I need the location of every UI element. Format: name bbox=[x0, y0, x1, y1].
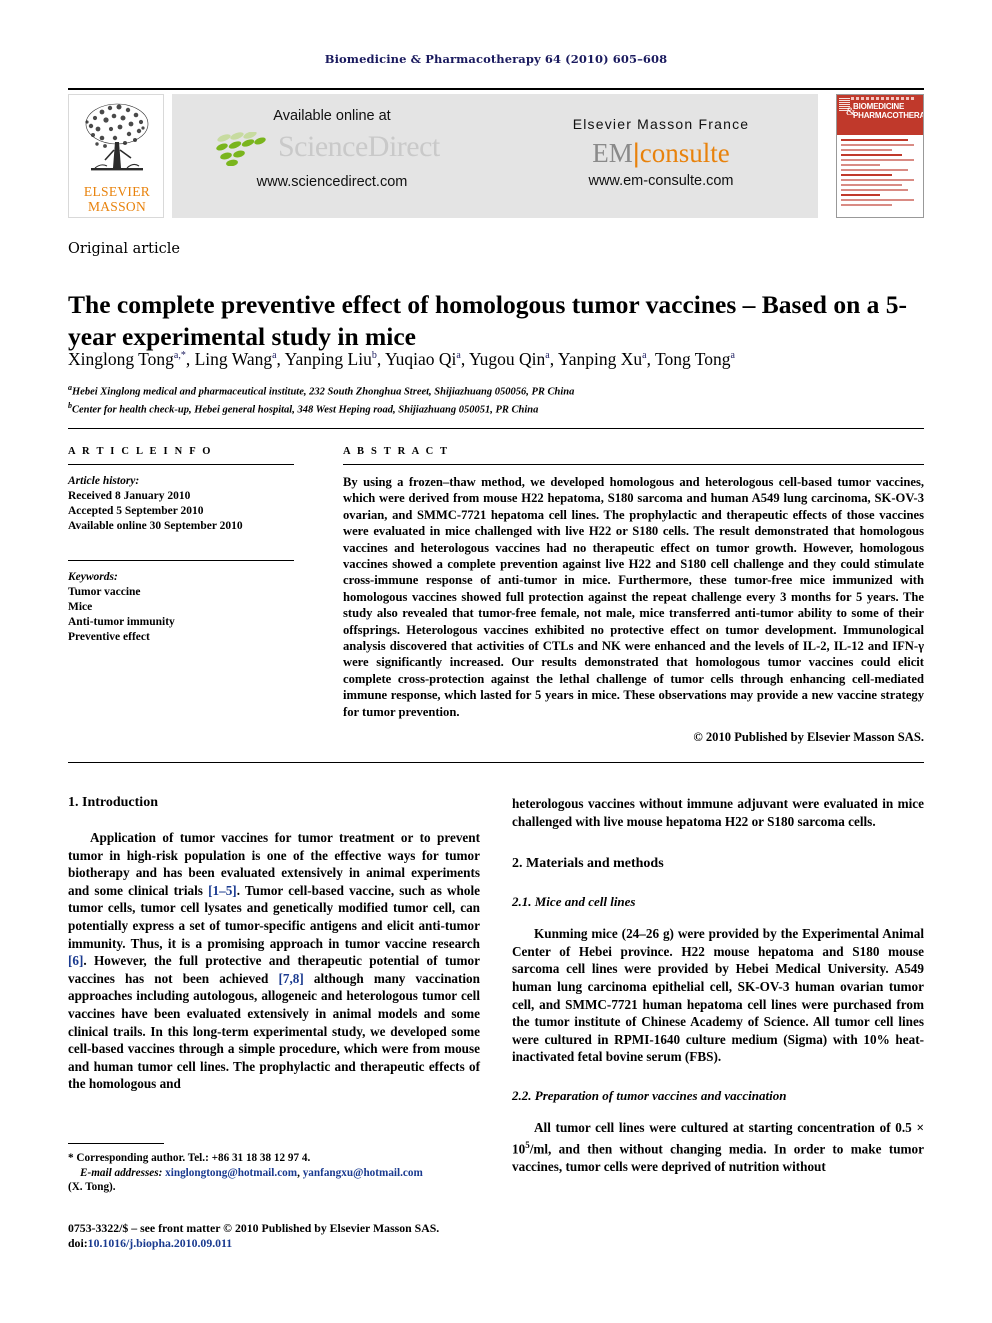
email-addresses-note: E-mail addresses: xinglongtong@hotmail.c… bbox=[80, 1166, 423, 1179]
em-logo-left: EM bbox=[592, 138, 633, 168]
page-title: The complete preventive effect of homolo… bbox=[68, 290, 908, 352]
sciencedirect-logo: ScienceDirect bbox=[172, 128, 492, 168]
citation-ref[interactable]: [1–5] bbox=[208, 883, 237, 898]
mice-and-cell-lines-paragraph: Kunming mice (24–26 g) were provided by … bbox=[512, 926, 924, 1065]
keywords-rule bbox=[68, 560, 294, 561]
keyword-item: Tumor vaccine bbox=[68, 586, 141, 598]
cover-header-line bbox=[851, 97, 915, 100]
cover-masthead: & BIOMEDICINE PHARMACOTHERAPY bbox=[837, 95, 923, 136]
article-history-label: Article history: bbox=[68, 475, 140, 487]
heading-introduction: 1. Introduction bbox=[68, 795, 158, 810]
footnote-rule bbox=[68, 1143, 164, 1144]
email-link-secondary[interactable]: yanfangxu@hotmail.com bbox=[303, 1167, 423, 1179]
intro-paragraph-continued: heterologous vaccines without immune adj… bbox=[512, 796, 924, 829]
article-info-column: A R T I C L E I N F O Article history: R… bbox=[68, 446, 294, 645]
heading-materials-and-methods: 2. Materials and methods bbox=[512, 856, 664, 872]
journal-cover-thumbnail: & BIOMEDICINE PHARMACOTHERAPY bbox=[836, 94, 924, 218]
footnote-block: * Corresponding author. Tel.: +86 31 18 … bbox=[68, 1151, 480, 1195]
abstract-heading: A B S T R A C T bbox=[343, 446, 450, 457]
preparation-paragraph: All tumor cell lines were cultured at st… bbox=[512, 1119, 924, 1174]
info-panel-bottom-rule bbox=[68, 762, 924, 763]
running-head: Biomedicine & Pharmacotherapy 64 (2010) … bbox=[324, 52, 668, 66]
sciencedirect-url[interactable]: www.sciencedirect.com bbox=[172, 174, 492, 190]
sciencedirect-block: Available online at ScienceDirect www.sc… bbox=[172, 108, 492, 190]
author-list: Xinglong Tonga,*, Ling Wanga, Yanping Li… bbox=[68, 348, 735, 369]
affiliation-b: bCenter for health check-up, Hebei gener… bbox=[68, 401, 539, 416]
available-online-label: Available online at bbox=[273, 108, 391, 124]
history-accepted: Accepted 5 September 2010 bbox=[68, 505, 204, 517]
article-info-heading: A R T I C L E I N F O bbox=[68, 446, 213, 457]
heading-preparation-of-tumor-vaccines: 2.2. Preparation of tumor vaccines and v… bbox=[512, 1087, 787, 1103]
affiliations: aHebei Xinglong medical and pharmaceutic… bbox=[68, 381, 924, 417]
keywords-label: Keywords: bbox=[68, 571, 118, 583]
heading-mice-and-cell-lines: 2.1. Mice and cell lines bbox=[512, 894, 636, 910]
history-received: Received 8 January 2010 bbox=[68, 490, 191, 502]
em-consulte-url[interactable]: www.em-consulte.com bbox=[516, 173, 806, 189]
issn-front-matter-line: 0753-3322/$ – see front matter © 2010 Pu… bbox=[68, 1221, 440, 1235]
email-label: E-mail addresses: bbox=[80, 1166, 163, 1179]
em-logo-right: consulte bbox=[639, 138, 730, 168]
sciencedirect-wordmark: ScienceDirect bbox=[278, 130, 440, 163]
journal-banner: ELSEVIER MASSON Available online at Scie… bbox=[68, 94, 924, 218]
doi-line: doi:10.1016/j.biopha.2010.09.011 bbox=[68, 1236, 233, 1250]
elsevier-masson-logo: ELSEVIER MASSON bbox=[68, 94, 164, 218]
email-link-primary[interactable]: xinglongtong@hotmail.com bbox=[165, 1167, 297, 1179]
elsevier-masson-wordmark: ELSEVIER MASSON bbox=[83, 184, 151, 214]
body-column-left: 1. Introduction Application of tumor vac… bbox=[68, 795, 480, 1093]
em-consulte-block: Elsevier Masson France EM|consulte www.e… bbox=[516, 116, 806, 189]
abstract-copyright: © 2010 Published by Elsevier Masson SAS. bbox=[693, 730, 924, 745]
citation-ref[interactable]: [7,8] bbox=[278, 971, 303, 986]
keywords-block: Keywords: Tumor vaccine Mice Anti-tumor … bbox=[68, 560, 294, 645]
header-rule bbox=[68, 88, 924, 90]
affiliation-a: aHebei Xinglong medical and pharmaceutic… bbox=[68, 383, 575, 398]
cover-contents-list bbox=[837, 136, 923, 217]
corresponding-author-note: * Corresponding author. Tel.: +86 31 18 … bbox=[68, 1152, 311, 1164]
abstract-column: A B S T R A C T By using a frozen–thaw m… bbox=[343, 446, 924, 745]
article-info-rule bbox=[68, 464, 294, 465]
keyword-item: Anti-tumor immunity bbox=[68, 616, 175, 628]
citation-ref[interactable]: [6] bbox=[68, 953, 83, 968]
keyword-item: Mice bbox=[68, 601, 93, 613]
intro-paragraph: Application of tumor vaccines for tumor … bbox=[68, 830, 480, 1092]
elsevier-masson-france-label: Elsevier Masson France bbox=[572, 116, 750, 132]
elsevier-tree-icon bbox=[85, 103, 149, 171]
journal-article-page: Biomedicine & Pharmacotherapy 64 (2010) … bbox=[0, 0, 992, 1323]
sciencedirect-leaves-icon bbox=[216, 132, 266, 166]
info-panel-top-rule bbox=[68, 428, 924, 429]
em-logo-bar: | bbox=[632, 138, 640, 168]
cover-title: BIOMEDICINE PHARMACOTHERAPY bbox=[853, 102, 924, 120]
email-owner-note: (X. Tong). bbox=[68, 1181, 116, 1194]
history-available-online: Available online 30 September 2010 bbox=[68, 520, 243, 532]
doi-link[interactable]: 10.1016/j.biopha.2010.09.011 bbox=[88, 1236, 233, 1250]
keyword-item: Preventive effect bbox=[68, 631, 150, 643]
abstract-rule bbox=[343, 464, 924, 465]
body-column-right: heterologous vaccines without immune adj… bbox=[512, 795, 924, 1175]
imprint-block: 0753-3322/$ – see front matter © 2010 Pu… bbox=[68, 1221, 508, 1251]
article-type-label: Original article bbox=[68, 241, 180, 257]
abstract-text: By using a frozen–thaw method, we develo… bbox=[343, 475, 924, 719]
em-consulte-logo: EM|consulte bbox=[516, 138, 806, 168]
